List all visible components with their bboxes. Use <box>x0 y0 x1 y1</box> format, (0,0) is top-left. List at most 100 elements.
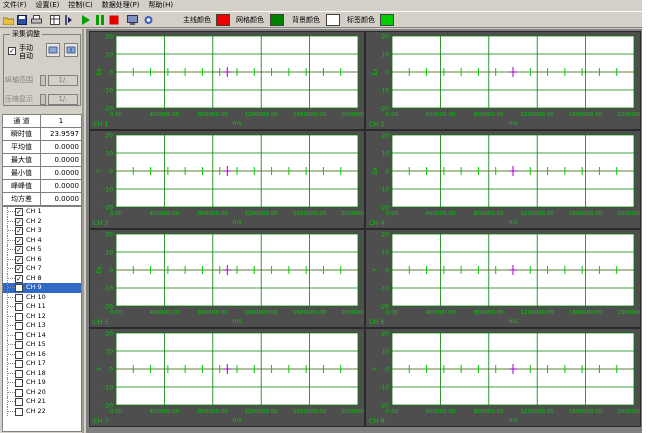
left-panel: 采集调整 ✓ 手动 自动 纵轴范围 1/. 压缩显示 1/. 通 道 1 瞬时值… <box>0 29 84 433</box>
y-tick-label: 20 <box>381 331 389 338</box>
plot-panel[interactable]: 20 10 0 -10 -20 Ex 0.00 400000.00 800000.00 12000… <box>89 229 365 328</box>
menu-control[interactable]: 控制(C) <box>68 0 92 11</box>
channel-item[interactable]: ✓ CH 1 <box>3 207 81 217</box>
auto-checkbox[interactable]: ✓ <box>8 47 16 55</box>
stats-row: 均方差 0.0000 <box>2 192 82 206</box>
zoom-input[interactable]: 1/. <box>48 94 78 105</box>
plot-panel[interactable]: 20 10 0 -10 -20 Y 0.00 400000.00 800000.00 120000… <box>365 328 641 427</box>
channel-item[interactable]: CH 16 <box>3 349 81 359</box>
channel-checkbox[interactable] <box>15 284 23 292</box>
channel-checkbox[interactable] <box>15 350 23 359</box>
stats-label: 均方差 <box>2 192 41 206</box>
x-axis-label: ms <box>509 120 518 127</box>
x-tick-label: 400000.00 <box>426 211 456 217</box>
table-icon[interactable] <box>49 14 61 26</box>
y-tick-label: -10 <box>379 385 389 392</box>
channel-checkbox[interactable] <box>15 398 23 406</box>
channel-checkbox[interactable]: ✓ <box>15 236 23 245</box>
channel-item[interactable]: CH 21 <box>3 397 81 407</box>
menu-data-processing[interactable]: 数据处理(P) <box>102 0 140 11</box>
channel-checkbox[interactable] <box>15 331 23 340</box>
channel-checkbox[interactable]: ✓ <box>15 255 23 264</box>
channel-item[interactable]: ✓ CH 6 <box>3 254 81 264</box>
channel-checkbox[interactable] <box>15 379 23 387</box>
channel-item[interactable]: CH 9 <box>3 283 81 293</box>
channel-item[interactable]: CH 18 <box>3 368 81 378</box>
menu-bar: 文件(F) 设置(E) 控制(C) 数据处理(P) 帮助(H) <box>0 0 642 11</box>
channel-item[interactable]: ✓ CH 2 <box>3 216 81 226</box>
channel-item[interactable]: ✓ CH 5 <box>3 245 81 255</box>
channel-item[interactable]: CH 17 <box>3 359 81 369</box>
channel-checkbox[interactable] <box>15 369 23 378</box>
label-color-swatch[interactable] <box>380 14 394 26</box>
channel-item[interactable]: CH 11 <box>3 302 81 312</box>
channel-checkbox[interactable] <box>15 303 23 311</box>
print-icon[interactable] <box>30 14 42 26</box>
step-icon[interactable] <box>63 14 75 26</box>
menu-settings[interactable]: 设置(E) <box>36 0 60 11</box>
channel-item[interactable]: CH 15 <box>3 340 81 350</box>
channel-checkbox[interactable]: ✓ <box>15 246 23 254</box>
line-color-swatch[interactable] <box>216 14 230 26</box>
channel-label: CH 6 <box>26 254 42 263</box>
channel-item[interactable]: ✓ CH 3 <box>3 226 81 236</box>
plot-panel[interactable]: 20 10 0 -10 -20 Y 0.00 400000.00 800000.00 120000… <box>89 328 365 427</box>
channel-checkbox[interactable] <box>15 341 23 349</box>
plot-panel[interactable]: 20 10 0 -10 -20 Y 0.00 400000.00 800000.00 120000… <box>89 130 365 229</box>
grid-color-swatch[interactable] <box>270 14 284 26</box>
tree-connector <box>8 306 15 307</box>
channel-item[interactable]: CH 20 <box>3 387 81 397</box>
x-tick-label: 800000.00 <box>474 409 504 415</box>
channel-item[interactable]: CH 12 <box>3 311 81 321</box>
channel-item[interactable]: ✓ CH 8 <box>3 273 81 283</box>
camera-icon[interactable] <box>142 14 154 26</box>
channel-checkbox[interactable] <box>15 293 23 302</box>
plot-panel[interactable]: 20 10 0 -10 -20 Ex 0.00 400000.00 800000.00 12000… <box>89 31 365 130</box>
zoom-out-icon[interactable] <box>64 43 78 57</box>
plot-panel[interactable]: 20 10 0 -10 -20 Y 0.00 400000.00 800000.00 120000… <box>365 229 641 328</box>
play-icon[interactable] <box>80 14 92 26</box>
open-icon[interactable] <box>2 14 14 26</box>
tree-connector <box>8 296 15 298</box>
channel-item[interactable]: ✓ CH 4 <box>3 235 81 245</box>
x-tick-label: 2000000.00 <box>341 310 364 316</box>
x-tick-label: 1200000.00 <box>521 409 555 415</box>
channel-name-label: CH 4 <box>369 219 385 227</box>
channel-checkbox[interactable] <box>15 407 23 416</box>
channel-checkbox[interactable]: ✓ <box>15 227 23 235</box>
y-tick-label: -10 <box>379 286 389 293</box>
range-input[interactable]: 1/. <box>48 75 78 86</box>
channel-item[interactable]: CH 19 <box>3 378 81 388</box>
channel-label: CH 19 <box>26 378 46 386</box>
channel-checkbox[interactable]: ✓ <box>15 217 23 226</box>
range-spin-icon[interactable] <box>40 75 46 86</box>
monitor-icon[interactable] <box>126 14 138 26</box>
channel-label: CH 3 <box>26 226 42 234</box>
channel-item[interactable]: CH 14 <box>3 330 81 340</box>
zoom-spin-icon[interactable] <box>40 94 46 105</box>
stop-icon[interactable] <box>108 14 120 26</box>
background-color-swatch[interactable] <box>326 14 340 26</box>
channel-tree[interactable]: ✓ CH 1 ✓ CH 2 ✓ CH 3 ✓ CH 4 ✓ CH 5 ✓ CH 6 ✓ CH 7 ✓ CH 8… <box>2 206 82 432</box>
channel-item[interactable]: CH 10 <box>3 292 81 302</box>
channel-checkbox[interactable] <box>15 360 23 368</box>
plot-panel[interactable]: 20 10 0 -10 -20 Ex 0.00 400000.00 800000.00 12000… <box>365 31 641 130</box>
channel-item[interactable]: CH 13 <box>3 321 81 331</box>
pause-icon[interactable] <box>94 14 106 26</box>
plot-panel[interactable]: 20 10 0 -10 -20 Ex 0.00 400000.00 800000.00 12000… <box>365 130 641 229</box>
channel-item[interactable]: ✓ CH 7 <box>3 264 81 274</box>
channel-item[interactable]: CH 22 <box>3 406 81 416</box>
channel-label: CH 16 <box>26 349 46 358</box>
channel-label: CH 21 <box>26 397 46 405</box>
menu-help[interactable]: 帮助(H) <box>148 0 173 11</box>
channel-checkbox[interactable] <box>15 388 23 397</box>
channel-checkbox[interactable] <box>15 322 23 330</box>
channel-checkbox[interactable] <box>15 312 23 321</box>
channel-checkbox[interactable]: ✓ <box>15 208 23 216</box>
x-axis-label: ms <box>233 318 242 325</box>
channel-checkbox[interactable]: ✓ <box>15 265 23 273</box>
save-icon[interactable] <box>16 14 28 26</box>
zoom-in-icon[interactable] <box>46 43 60 57</box>
menu-file[interactable]: 文件(F) <box>3 0 27 11</box>
channel-checkbox[interactable]: ✓ <box>15 274 23 283</box>
